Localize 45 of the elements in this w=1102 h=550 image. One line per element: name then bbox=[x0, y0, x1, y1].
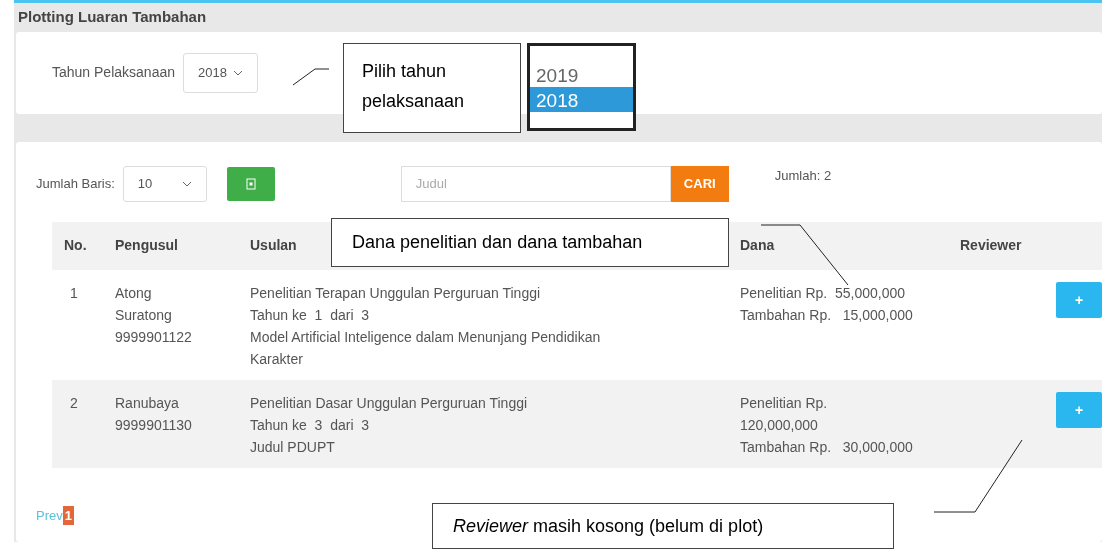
column-header: Dana bbox=[740, 236, 775, 255]
proposal-text: Model Artificial Inteligence dalam Menunjang Pendidikan Karakter bbox=[250, 327, 602, 369]
prev-link[interactable]: Prev bbox=[36, 505, 63, 525]
column-header: Pengusul bbox=[115, 236, 178, 255]
row-number: 1 bbox=[69, 283, 79, 303]
fund-text: Tambahan Rp. 15,000,000 bbox=[740, 305, 913, 325]
export-button[interactable] bbox=[226, 166, 275, 201]
leader-line bbox=[292, 68, 330, 86]
fund-text: Penelitian Rp. bbox=[740, 393, 828, 413]
proposer-text: Atong bbox=[115, 283, 152, 303]
fund-text: 120,000,000 bbox=[740, 415, 818, 435]
fund-text: Penelitian Rp. 55,000,000 bbox=[740, 283, 905, 303]
year-option[interactable]: 2019 bbox=[530, 62, 633, 87]
callout-box: Dana penelitian dan dana tambahan bbox=[331, 218, 729, 267]
column-header: Usulan bbox=[250, 236, 297, 255]
year-select[interactable]: 2018 bbox=[183, 52, 258, 93]
callout-box: Reviewer masih kosong (belum di plot) bbox=[432, 503, 894, 549]
callout-box: Pilih tahun pelaksanaan bbox=[343, 43, 521, 133]
total-count: Jumlah: 2 bbox=[774, 166, 832, 185]
chevron-down-icon bbox=[232, 69, 243, 76]
proposer-text: 9999901130 bbox=[115, 415, 192, 435]
panel-title: Plotting Luaran Tambahan bbox=[17, 7, 208, 27]
proposer-text: Ranubaya bbox=[115, 393, 179, 413]
row-number: 2 bbox=[69, 393, 79, 413]
rows-label: Jumlah Baris: bbox=[36, 174, 115, 193]
file-icon bbox=[245, 177, 256, 190]
fund-text: Tambahan Rp. 30,000,000 bbox=[740, 437, 913, 457]
column-header: Reviewer bbox=[960, 236, 1022, 255]
add-reviewer-button[interactable]: + bbox=[1056, 391, 1102, 428]
search-button[interactable]: CARI bbox=[670, 165, 729, 202]
proposal-text: Tahun ke 3 dari 3 bbox=[250, 415, 370, 435]
proposal-text: Tahun ke 1 dari 3 bbox=[250, 305, 370, 325]
chevron-down-icon bbox=[181, 180, 192, 187]
proposal-text: Judul PDUPT bbox=[250, 437, 335, 457]
search-field[interactable]: Judul bbox=[400, 165, 671, 202]
page-link[interactable]: 1 bbox=[62, 505, 74, 525]
proposal-text: Penelitian Dasar Unggulan Perguruan Tinggi bbox=[250, 393, 528, 413]
year-option[interactable]: 2018 bbox=[530, 87, 633, 112]
year-label: Tahun Pelaksanaan bbox=[52, 63, 175, 82]
rows-select[interactable]: 10 bbox=[122, 165, 207, 202]
add-reviewer-button[interactable]: + bbox=[1056, 281, 1102, 318]
proposer-text: Suratong bbox=[115, 305, 172, 325]
column-header: No. bbox=[63, 236, 87, 255]
proposal-text: Penelitian Terapan Unggulan Perguruan Tinggi bbox=[250, 283, 541, 303]
proposer-text: 9999901122 bbox=[115, 327, 192, 347]
